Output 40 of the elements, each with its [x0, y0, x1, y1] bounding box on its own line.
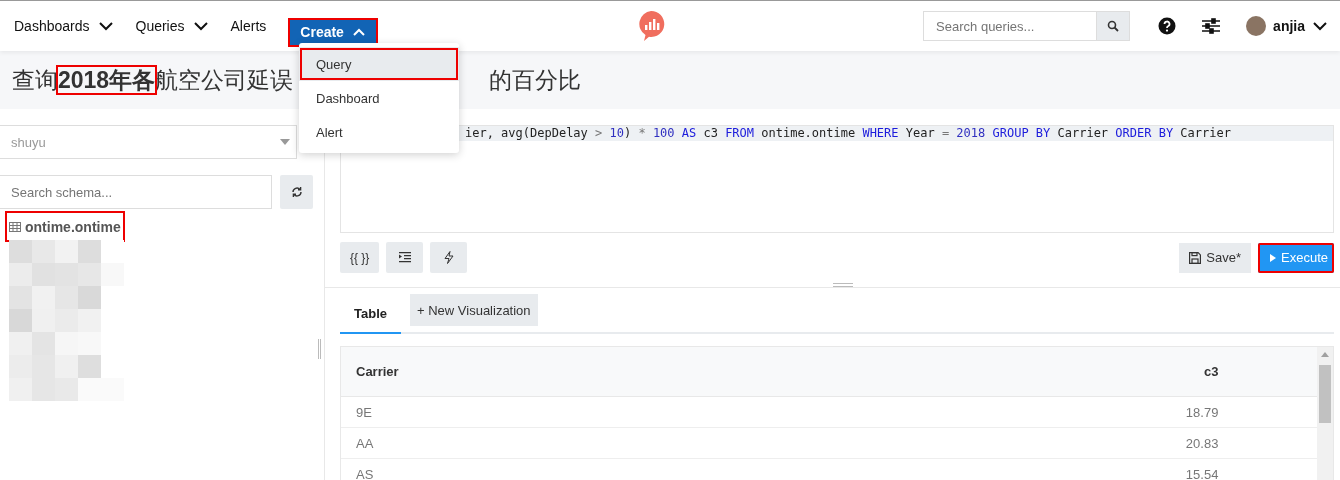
- column-header: Carrier: [341, 347, 544, 397]
- search-icon: [1107, 20, 1120, 32]
- settings-sliders-icon[interactable]: [1202, 18, 1221, 34]
- table-cell: AA: [341, 427, 544, 459]
- format-button[interactable]: [386, 242, 424, 273]
- table-icon: [9, 221, 21, 232]
- avatar-icon: [1246, 16, 1267, 36]
- scrollbar-thumb[interactable]: [1319, 365, 1331, 423]
- page-title: 的百分比: [489, 65, 582, 95]
- menu-item[interactable]: Query: [299, 47, 459, 81]
- play-icon: [1270, 253, 1276, 262]
- help-icon[interactable]: [1158, 17, 1177, 35]
- table-cell: 15.54: [543, 458, 1234, 480]
- nav-link[interactable]: Alerts: [230, 18, 267, 34]
- schema-table-item[interactable]: ontime.ontime: [7, 213, 123, 240]
- new-visualization-button[interactable]: + New Visualization: [410, 294, 538, 326]
- refresh-button[interactable]: [280, 175, 313, 209]
- refresh-icon: [290, 186, 303, 198]
- nav-link[interactable]: Queries: [135, 18, 185, 34]
- lightning-icon: [443, 251, 454, 264]
- save-button[interactable]: Save*: [1179, 242, 1251, 273]
- table-cell: 9E: [341, 396, 544, 428]
- caret-down-icon: [280, 139, 290, 145]
- indent-icon: [398, 252, 411, 263]
- resize-handle[interactable]: [832, 283, 853, 287]
- parameter-button[interactable]: {{ }}: [340, 242, 380, 273]
- user-menu[interactable]: anjia: [1246, 16, 1328, 36]
- nav-link[interactable]: Dashboards: [14, 18, 90, 34]
- menu-item[interactable]: Dashboard: [299, 81, 459, 115]
- resize-grip[interactable]: [318, 339, 321, 359]
- result-tab[interactable]: Table: [340, 294, 401, 334]
- table-cell: AS: [341, 458, 544, 480]
- table-cell: 20.83: [543, 427, 1234, 459]
- search-field[interactable]: Search queries...: [923, 11, 1097, 41]
- column-header: c3: [543, 347, 1234, 397]
- autocomplete-button[interactable]: [430, 242, 468, 273]
- search-button[interactable]: [1096, 11, 1131, 41]
- schema-search-field[interactable]: Search schema...: [0, 175, 272, 209]
- table-cell: 18.79: [543, 396, 1234, 428]
- logo-icon[interactable]: [636, 10, 665, 42]
